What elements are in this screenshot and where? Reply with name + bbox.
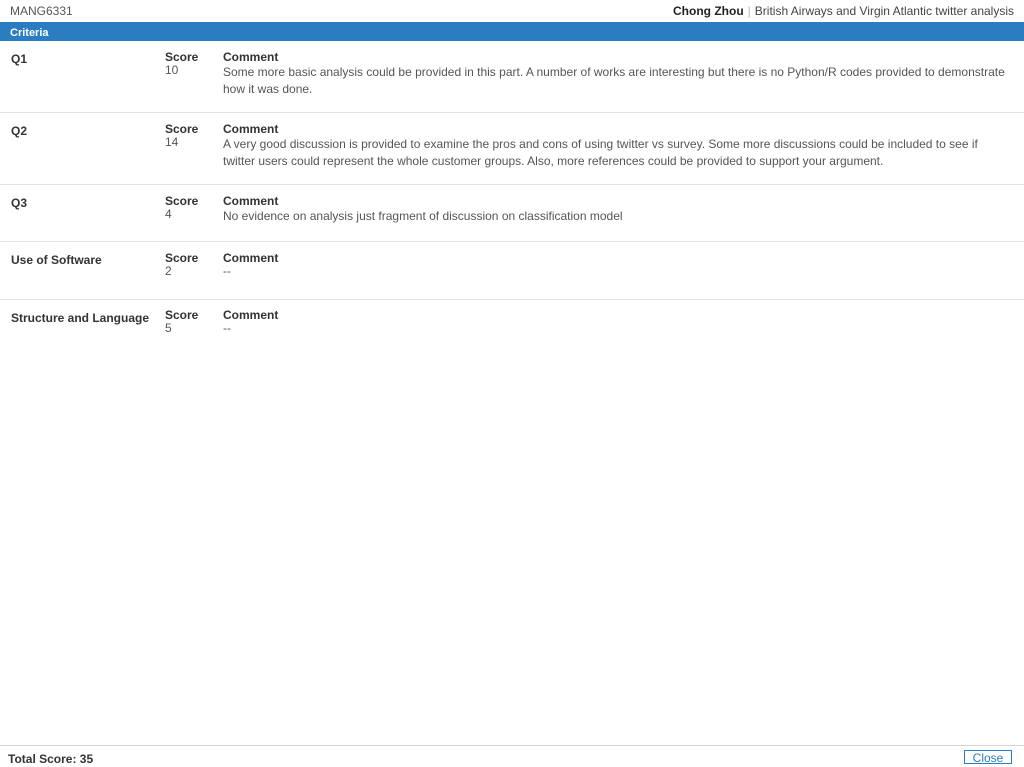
comment-label: Comment xyxy=(223,251,279,265)
score-value: 10 xyxy=(165,63,179,77)
criteria-row-use-of-software: Use of Software Score 2 Comment -- xyxy=(0,242,1024,300)
total-score: Total Score: 35 xyxy=(8,752,94,766)
score-value: 4 xyxy=(165,207,172,221)
score-block: Score 4 xyxy=(165,194,198,221)
criteria-row-q1: Q1 Score 10 Comment Some more basic anal… xyxy=(0,41,1024,113)
comment-text: A very good discussion is provided to ex… xyxy=(223,137,978,168)
criteria-list: Q1 Score 10 Comment Some more basic anal… xyxy=(0,41,1024,358)
criteria-header: Criteria xyxy=(0,22,1024,41)
comment-block: Comment A very good discussion is provid… xyxy=(223,122,1009,170)
comment-block: Comment -- xyxy=(223,308,1009,335)
criterion-name: Q2 xyxy=(11,124,28,138)
course-code: MANG6331 xyxy=(10,4,73,18)
criterion-name: Structure and Language xyxy=(11,311,150,325)
comment-label: Comment xyxy=(223,50,279,64)
student-info: Chong Zhou | British Airways and Virgin At… xyxy=(673,4,1014,18)
score-block: Score 2 xyxy=(165,251,198,278)
score-value: 14 xyxy=(165,135,179,149)
score-block: Score 10 xyxy=(165,50,198,77)
score-label: Score xyxy=(165,194,199,208)
score-block: Score 14 xyxy=(165,122,198,149)
header-bar: MANG6331 Chong Zhou | British Airways and … xyxy=(0,0,1024,22)
comment-block: Comment Some more basic analysis could b… xyxy=(223,50,1009,98)
comment-block: Comment -- xyxy=(223,251,1009,278)
score-value: 5 xyxy=(165,321,172,335)
criterion-name: Q1 xyxy=(11,52,28,66)
score-label: Score xyxy=(165,122,199,136)
score-block: Score 5 xyxy=(165,308,198,335)
comment-label: Comment xyxy=(223,308,279,322)
criterion-name: Use of Software xyxy=(11,253,102,267)
criteria-row-structure-and-language: Structure and Language Score 5 Comment -… xyxy=(0,300,1024,358)
score-label: Score xyxy=(165,308,199,322)
comment-text: -- xyxy=(223,264,231,278)
assignment-title: British Airways and Virgin Atlantic twit… xyxy=(754,4,1014,18)
header-separator: | xyxy=(747,4,751,18)
comment-block: Comment No evidence on analysis just fra… xyxy=(223,194,1009,225)
comment-text: -- xyxy=(223,321,231,335)
score-label: Score xyxy=(165,251,199,265)
comment-text: No evidence on analysis just fragment of… xyxy=(223,209,623,223)
comment-label: Comment xyxy=(223,122,279,136)
criteria-row-q2: Q2 Score 14 Comment A very good discussi… xyxy=(0,113,1024,185)
criteria-row-q3: Q3 Score 4 Comment No evidence on analys… xyxy=(0,185,1024,242)
student-name: Chong Zhou xyxy=(673,4,744,18)
score-value: 2 xyxy=(165,264,172,278)
comment-text: Some more basic analysis could be provid… xyxy=(223,65,1005,96)
score-label: Score xyxy=(165,50,199,64)
footer-bar: Total Score: 35 Close xyxy=(0,745,1024,767)
criterion-name: Q3 xyxy=(11,196,28,210)
comment-label: Comment xyxy=(223,194,279,208)
grading-dialog: MANG6331 Chong Zhou | British Airways and … xyxy=(0,0,1024,767)
close-button[interactable]: Close xyxy=(964,750,1012,765)
criteria-label: Criteria xyxy=(10,27,49,39)
